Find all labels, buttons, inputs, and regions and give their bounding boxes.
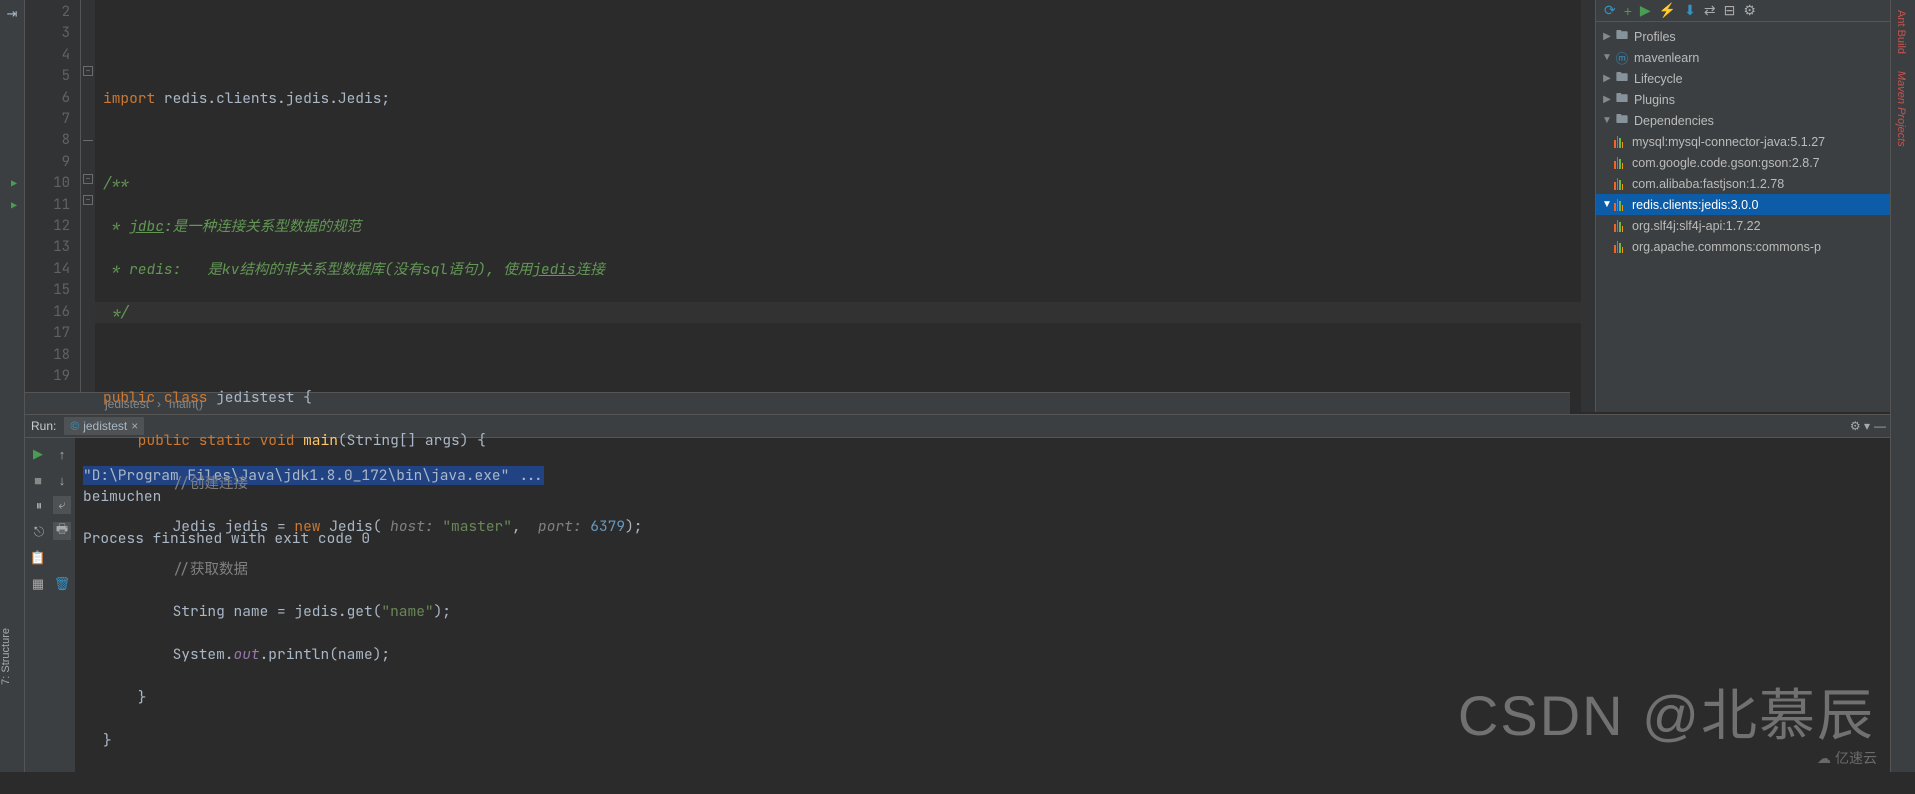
code-line: * redis: 是kv结构的非关系型数据库(没有sql语句), 使用jedis… bbox=[103, 259, 1581, 280]
tree-node-dep[interactable]: com.alibaba:fastjson:1.2.78 bbox=[1596, 173, 1915, 194]
code-line: * jdbc:是一种连接关系型数据的规范 bbox=[103, 216, 1581, 237]
line-number-gutter: 2 3 4 5 6 7 8 9 ▶10 ▶11 12 13 14 15 16 1… bbox=[25, 0, 81, 412]
print-icon[interactable]: 🖶 bbox=[53, 522, 71, 540]
run-toolbar: ▶ ↑ ■ ↓ ⏸ ⤶ ⎋ 🖶 📋 ▦ 🗑 bbox=[25, 438, 75, 772]
tree-node-dep-selected[interactable]: ▼redis.clients:jedis:3.0.0 bbox=[1596, 194, 1915, 215]
refresh-icon[interactable]: ⟳ bbox=[1604, 2, 1616, 19]
maven-toolbar: ⟳ + ▶ ⚡ ⬇ ⇄ ⊟ ⚙ bbox=[1596, 0, 1915, 22]
collapse-icon[interactable]: ⇥ bbox=[2, 4, 22, 24]
code-line: String name = jedis.get("name"); bbox=[103, 601, 1581, 622]
tree-node-dep[interactable]: com.google.code.gson:gson:2.8.7 bbox=[1596, 152, 1915, 173]
wrap-icon[interactable]: ⤶ bbox=[53, 496, 71, 514]
run-gutter-icon[interactable]: ▶ bbox=[11, 195, 17, 216]
collapse-all-icon[interactable]: ⊟ bbox=[1724, 2, 1736, 19]
tree-node-dependencies[interactable]: ▼🖿Dependencies bbox=[1596, 110, 1915, 131]
layout-icon[interactable]: ▦ bbox=[28, 574, 48, 594]
code-editor[interactable]: import redis.clients.jedis.Jedis; /** * … bbox=[95, 0, 1581, 412]
fold-marker[interactable]: − bbox=[83, 195, 93, 205]
tree-node-profiles[interactable]: ▶🖿Profiles bbox=[1596, 26, 1915, 47]
code-line: Jedis jedis = new Jedis( host: "master",… bbox=[103, 516, 1581, 537]
code-line bbox=[103, 130, 1581, 151]
tree-node-dep[interactable]: org.apache.commons:commons-p bbox=[1596, 236, 1915, 257]
exec-icon[interactable]: ⚡ bbox=[1659, 2, 1676, 19]
code-line: //获取数据 bbox=[103, 559, 1581, 580]
code-line: System.out.println(name); bbox=[103, 644, 1581, 665]
down-icon[interactable]: ↓ bbox=[52, 470, 72, 490]
gear-icon[interactable]: ⚙ ▾ bbox=[1850, 419, 1870, 433]
code-line bbox=[103, 45, 1581, 66]
left-toolbar: ⇥ 7: Structure bbox=[0, 0, 25, 772]
code-line: /** bbox=[103, 173, 1581, 194]
code-line: } bbox=[103, 687, 1581, 708]
run-gutter-icon[interactable]: ▶ bbox=[11, 173, 17, 194]
right-toolbar: Ant Build Maven Projects bbox=[1890, 0, 1915, 772]
code-line: public static void main(String[] args) { bbox=[103, 430, 1581, 451]
maven-tree: ▶🖿Profiles ▼ⓜmavenlearn ▶🖿Lifecycle ▶🖿Pl… bbox=[1596, 22, 1915, 257]
scroll-icon[interactable] bbox=[52, 548, 72, 568]
ant-build-button[interactable]: Ant Build bbox=[1895, 10, 1907, 54]
download-icon[interactable]: ⬇ bbox=[1684, 2, 1696, 19]
tree-node-dep[interactable]: mysql:mysql-connector-java:5.1.27 bbox=[1596, 131, 1915, 152]
run-tool-window: Run: © jedistest × ⚙ ▾ — ▶ ↑ ■ ↓ ⏸ ⤶ ⎋ � bbox=[25, 414, 1890, 772]
tree-node-lifecycle[interactable]: ▶🖿Lifecycle bbox=[1596, 68, 1915, 89]
maven-projects-button[interactable]: Maven Projects bbox=[1895, 71, 1907, 147]
editor-area: 2 3 4 5 6 7 8 9 ▶10 ▶11 12 13 14 15 16 1… bbox=[25, 0, 1915, 412]
code-line: import redis.clients.jedis.Jedis; bbox=[103, 88, 1581, 109]
console-blank bbox=[83, 508, 92, 527]
tree-node-plugins[interactable]: ▶🖿Plugins bbox=[1596, 89, 1915, 110]
run-label: Run: bbox=[31, 419, 56, 433]
fold-end bbox=[83, 131, 93, 141]
java-class-icon: © bbox=[70, 419, 79, 433]
structure-tool-window-button[interactable]: 7: Structure bbox=[0, 628, 12, 685]
maven-panel: ⟳ + ▶ ⚡ ⬇ ⇄ ⊟ ⚙ ▶🖿Profiles ▼ⓜmavenlearn … bbox=[1595, 0, 1915, 412]
run-icon[interactable]: ▶ bbox=[1640, 2, 1651, 19]
pause-icon[interactable]: ⏸ bbox=[29, 496, 49, 516]
fold-marker[interactable]: − bbox=[83, 66, 93, 76]
fold-marker[interactable]: − bbox=[83, 174, 93, 184]
rerun-icon[interactable]: ▶ bbox=[28, 444, 48, 464]
code-line: } bbox=[103, 730, 1581, 751]
settings-icon[interactable]: ⚙ bbox=[1743, 2, 1756, 19]
hide-icon[interactable]: — bbox=[1874, 419, 1886, 433]
tree-node-root[interactable]: ▼ⓜmavenlearn bbox=[1596, 47, 1915, 68]
code-line: */ bbox=[103, 302, 1581, 323]
error-stripe[interactable] bbox=[1581, 0, 1595, 412]
fold-gutter: − − − bbox=[81, 0, 95, 412]
tree-node-dep[interactable]: org.slf4j:slf4j-api:1.7.22 bbox=[1596, 215, 1915, 236]
code-line: //创建连接 bbox=[103, 473, 1581, 494]
exit-icon[interactable]: ⎋ bbox=[29, 522, 49, 542]
stop-icon[interactable]: ■ bbox=[28, 470, 48, 490]
dump-icon[interactable]: 📋 bbox=[28, 548, 48, 568]
code-line: public class jedistest { bbox=[103, 387, 1581, 408]
code-line bbox=[103, 345, 1581, 366]
add-icon[interactable]: + bbox=[1624, 3, 1632, 19]
trash-icon[interactable]: 🗑 bbox=[52, 574, 72, 594]
up-icon[interactable]: ↑ bbox=[52, 444, 72, 464]
toggle-icon[interactable]: ⇄ bbox=[1704, 2, 1716, 19]
